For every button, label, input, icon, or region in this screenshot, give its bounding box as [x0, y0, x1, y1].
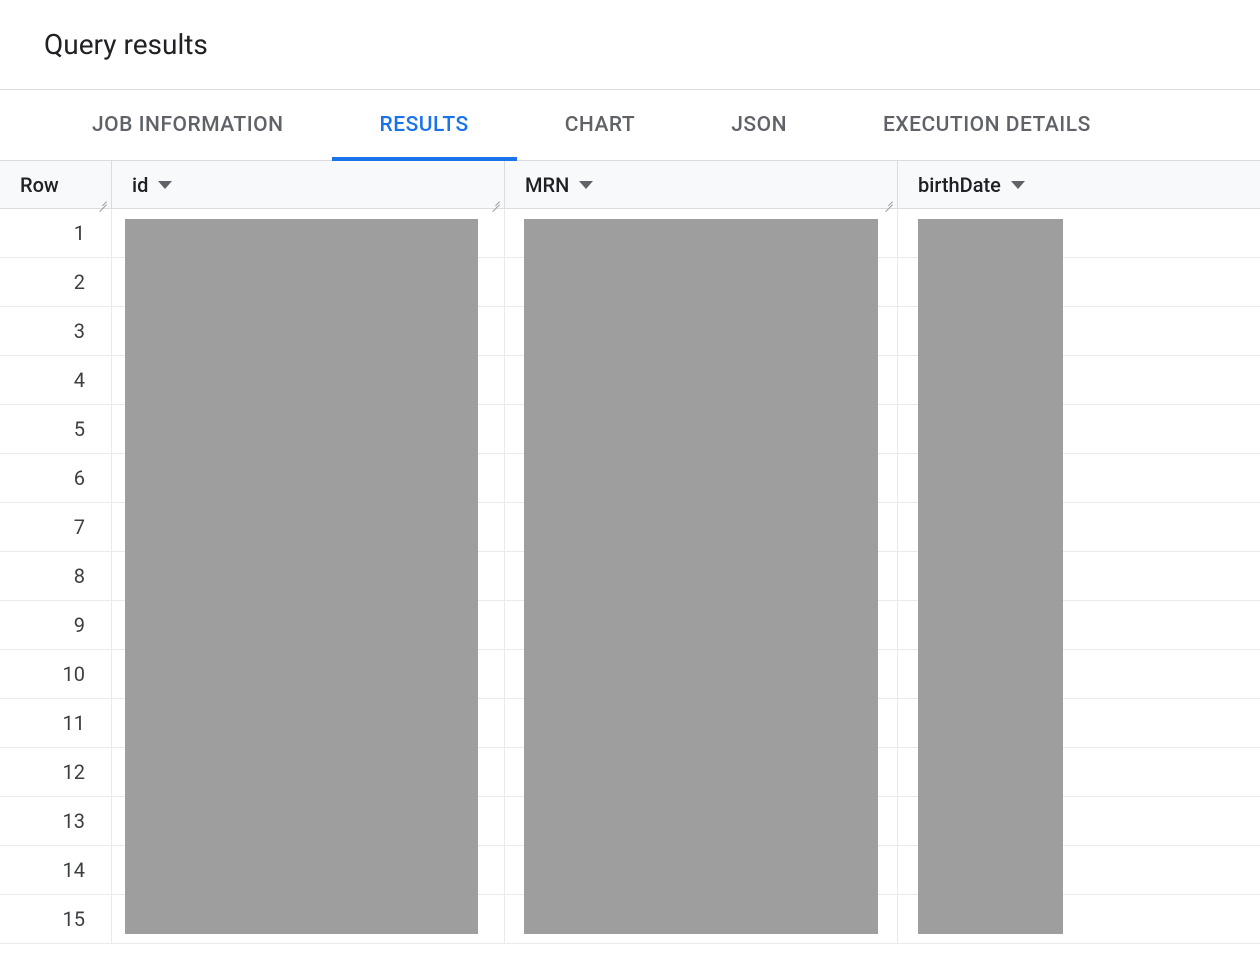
cell-birthdate [898, 209, 1260, 257]
cell-mrn [505, 601, 898, 649]
row-number: 13 [0, 797, 112, 845]
cell-mrn [505, 797, 898, 845]
cell-mrn [505, 356, 898, 404]
column-header-mrn[interactable]: MRN [505, 161, 898, 208]
table-row: 14 [0, 846, 1260, 895]
column-header-id-label: id [132, 173, 148, 197]
cell-mrn [505, 503, 898, 551]
cell-birthdate [898, 797, 1260, 845]
table-row: 2 [0, 258, 1260, 307]
row-number: 6 [0, 454, 112, 502]
table-header-row: Row id MRN birthDate [0, 161, 1260, 209]
table-body: 1 2 3 4 5 6 [0, 209, 1260, 944]
row-number: 1 [0, 209, 112, 257]
table-row: 1 [0, 209, 1260, 258]
results-tabs: JOB INFORMATION RESULTS CHART JSON EXECU… [0, 89, 1260, 161]
cell-mrn [505, 650, 898, 698]
table-row: 15 [0, 895, 1260, 944]
column-header-row[interactable]: Row [0, 161, 112, 208]
table-row: 11 [0, 699, 1260, 748]
column-header-id[interactable]: id [112, 161, 505, 208]
table-row: 12 [0, 748, 1260, 797]
cell-birthdate [898, 356, 1260, 404]
column-header-mrn-label: MRN [525, 173, 569, 197]
cell-birthdate [898, 552, 1260, 600]
results-table: Row id MRN birthDate 1 2 [0, 161, 1260, 944]
page-title: Query results [0, 0, 1260, 89]
resize-handle-icon [97, 194, 109, 206]
row-number: 7 [0, 503, 112, 551]
chevron-down-icon [579, 181, 593, 189]
resize-handle-icon [490, 194, 502, 206]
table-row: 5 [0, 405, 1260, 454]
column-header-birthdate[interactable]: birthDate [898, 161, 1260, 208]
cell-mrn [505, 454, 898, 502]
cell-birthdate [898, 650, 1260, 698]
cell-birthdate [898, 503, 1260, 551]
tab-json[interactable]: JSON [683, 90, 835, 160]
cell-mrn [505, 209, 898, 257]
cell-birthdate [898, 258, 1260, 306]
cell-id [112, 503, 505, 551]
row-number: 11 [0, 699, 112, 747]
tab-execution-details[interactable]: EXECUTION DETAILS [835, 90, 1139, 160]
chevron-down-icon [158, 181, 172, 189]
cell-id [112, 405, 505, 453]
cell-id [112, 699, 505, 747]
row-number: 10 [0, 650, 112, 698]
cell-id [112, 258, 505, 306]
table-row: 7 [0, 503, 1260, 552]
cell-id [112, 846, 505, 894]
cell-id [112, 307, 505, 355]
cell-id [112, 650, 505, 698]
cell-mrn [505, 552, 898, 600]
cell-id [112, 601, 505, 649]
tab-chart[interactable]: CHART [517, 90, 684, 160]
cell-mrn [505, 405, 898, 453]
tab-job-information[interactable]: JOB INFORMATION [44, 90, 332, 160]
table-row: 3 [0, 307, 1260, 356]
cell-birthdate [898, 405, 1260, 453]
chevron-down-icon [1011, 181, 1025, 189]
cell-id [112, 454, 505, 502]
table-row: 6 [0, 454, 1260, 503]
cell-id [112, 895, 505, 943]
cell-mrn [505, 307, 898, 355]
cell-id [112, 552, 505, 600]
row-number: 14 [0, 846, 112, 894]
cell-mrn [505, 895, 898, 943]
table-row: 13 [0, 797, 1260, 846]
table-row: 8 [0, 552, 1260, 601]
row-number: 2 [0, 258, 112, 306]
row-number: 9 [0, 601, 112, 649]
cell-id [112, 209, 505, 257]
column-header-birthdate-label: birthDate [918, 173, 1001, 197]
cell-birthdate [898, 454, 1260, 502]
cell-mrn [505, 846, 898, 894]
cell-birthdate [898, 895, 1260, 943]
cell-mrn [505, 748, 898, 796]
table-row: 10 [0, 650, 1260, 699]
tab-results[interactable]: RESULTS [332, 90, 517, 160]
cell-mrn [505, 699, 898, 747]
row-number: 12 [0, 748, 112, 796]
cell-id [112, 797, 505, 845]
column-header-row-label: Row [20, 173, 59, 197]
cell-birthdate [898, 601, 1260, 649]
cell-id [112, 356, 505, 404]
resize-handle-icon [883, 194, 895, 206]
row-number: 3 [0, 307, 112, 355]
cell-mrn [505, 258, 898, 306]
table-row: 4 [0, 356, 1260, 405]
cell-birthdate [898, 846, 1260, 894]
cell-birthdate [898, 699, 1260, 747]
row-number: 4 [0, 356, 112, 404]
row-number: 5 [0, 405, 112, 453]
table-row: 9 [0, 601, 1260, 650]
cell-birthdate [898, 307, 1260, 355]
cell-id [112, 748, 505, 796]
row-number: 8 [0, 552, 112, 600]
row-number: 15 [0, 895, 112, 943]
cell-birthdate [898, 748, 1260, 796]
